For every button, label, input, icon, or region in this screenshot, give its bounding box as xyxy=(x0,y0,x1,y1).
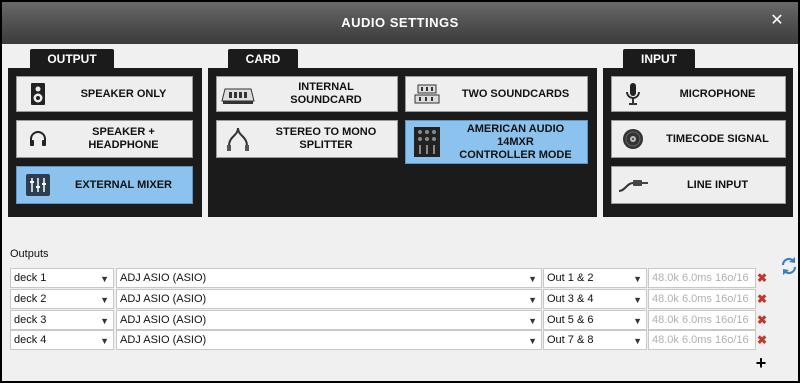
chevron-down-icon: ▼ xyxy=(528,295,537,305)
vinyl-icon xyxy=(612,121,654,157)
deck-select[interactable]: deck 1 ▼ xyxy=(10,268,114,288)
deck-select[interactable]: deck 4 ▼ xyxy=(10,330,114,350)
device-select-value: ADJ ASIO (ASIO) xyxy=(120,272,207,284)
soundcard-icon xyxy=(217,77,259,111)
channels-select-value: Out 1 & 2 xyxy=(547,272,594,284)
device-info: 48.0k 6.0ms 16o/16 xyxy=(648,289,756,309)
speaker-headphone-button[interactable]: SPEAKER + HEADPHONE xyxy=(16,120,193,158)
microphone-label: MICROPHONE xyxy=(679,87,756,100)
channels-select[interactable]: Out 1 & 2 ▼ xyxy=(543,268,647,288)
external-mixer-label: EXTERNAL MIXER xyxy=(75,178,172,191)
chevron-down-icon: ▼ xyxy=(100,316,109,326)
line-input-button[interactable]: LINE INPUT xyxy=(611,166,786,204)
refresh-icon[interactable] xyxy=(779,256,799,276)
channels-select[interactable]: Out 7 & 8 ▼ xyxy=(543,330,647,350)
timecode-signal-label: TIMECODE SIGNAL xyxy=(666,132,769,145)
device-select-value: ADJ ASIO (ASIO) xyxy=(120,314,207,326)
internal-soundcard-button[interactable]: INTERNAL SOUNDCARD xyxy=(216,76,398,112)
chevron-down-icon: ▼ xyxy=(100,336,109,346)
american-audio-controller-label: AMERICAN AUDIO 14MXR CONTROLLER MODE xyxy=(459,122,572,161)
timecode-signal-button[interactable]: TIMECODE SIGNAL xyxy=(611,120,786,158)
stereo-to-mono-splitter-button[interactable]: STEREO TO MONO SPLITTER xyxy=(216,120,398,158)
chevron-down-icon: ▼ xyxy=(633,295,642,305)
delete-icon[interactable]: ✖ xyxy=(756,314,768,326)
line-cable-icon xyxy=(612,167,654,203)
device-select-value: ADJ ASIO (ASIO) xyxy=(120,334,207,346)
speaker-only-label: SPEAKER ONLY xyxy=(80,87,167,100)
tab-card: CARD xyxy=(228,49,298,69)
device-select[interactable]: ADJ ASIO (ASIO) ▼ xyxy=(116,330,542,350)
output-panel: SPEAKER ONLY SPEAKER + HEADPHONE EXTERNA… xyxy=(8,68,202,217)
delete-icon[interactable]: ✖ xyxy=(756,272,768,284)
chevron-down-icon: ▼ xyxy=(633,336,642,346)
output-row: deck 3 ▼ ADJ ASIO (ASIO) ▼ Out 5 & 6 ▼ 48.0… xyxy=(10,310,770,330)
channels-select-value: Out 3 & 4 xyxy=(547,293,594,305)
device-info: 48.0k 6.0ms 16o/16 xyxy=(648,268,756,288)
channels-select[interactable]: Out 3 & 4 ▼ xyxy=(543,289,647,309)
chevron-down-icon: ▼ xyxy=(528,316,537,326)
external-mixer-button[interactable]: EXTERNAL MIXER xyxy=(16,166,193,204)
device-select-value: ADJ ASIO (ASIO) xyxy=(120,293,207,305)
deck-select-value: deck 4 xyxy=(14,334,47,346)
delete-icon[interactable]: ✖ xyxy=(756,293,768,305)
controller-icon xyxy=(406,121,448,163)
device-info: 48.0k 6.0ms 16o/16 xyxy=(648,330,756,350)
deck-select-value: deck 2 xyxy=(14,293,47,305)
deck-select[interactable]: deck 2 ▼ xyxy=(10,289,114,309)
headphone-icon xyxy=(17,121,59,157)
add-output-button[interactable]: + xyxy=(754,354,768,372)
chevron-down-icon: ▼ xyxy=(100,274,109,284)
delete-icon[interactable]: ✖ xyxy=(756,334,768,346)
microphone-button[interactable]: MICROPHONE xyxy=(611,76,786,112)
output-row: deck 2 ▼ ADJ ASIO (ASIO) ▼ Out 3 & 4 ▼ 48.0… xyxy=(10,289,770,309)
device-select[interactable]: ADJ ASIO (ASIO) ▼ xyxy=(116,268,542,288)
audio-settings-window: AUDIO SETTINGS ✕ OUTPUT SPEAKER ONLY SPE… xyxy=(0,0,800,383)
outputs-label: Outputs xyxy=(10,248,49,260)
chevron-down-icon: ▼ xyxy=(633,316,642,326)
speaker-headphone-label: SPEAKER + HEADPHONE xyxy=(88,126,159,151)
internal-soundcard-label: INTERNAL SOUNDCARD xyxy=(290,81,362,106)
deck-select-value: deck 1 xyxy=(14,272,47,284)
output-row: deck 4 ▼ ADJ ASIO (ASIO) ▼ Out 7 & 8 ▼ 48.0… xyxy=(10,330,770,350)
microphone-icon xyxy=(612,77,654,111)
chevron-down-icon: ▼ xyxy=(100,295,109,305)
channels-select-value: Out 5 & 6 xyxy=(547,314,594,326)
splitter-cable-icon xyxy=(217,121,259,157)
two-soundcards-icon xyxy=(406,77,448,111)
device-info: 48.0k 6.0ms 16o/16 xyxy=(648,310,756,330)
input-panel: MICROPHONE TIMECODE SIGNAL LINE INPUT xyxy=(603,68,793,217)
channels-select[interactable]: Out 5 & 6 ▼ xyxy=(543,310,647,330)
tab-input: INPUT xyxy=(623,49,695,69)
title-bar: AUDIO SETTINGS ✕ xyxy=(2,2,798,44)
device-select[interactable]: ADJ ASIO (ASIO) ▼ xyxy=(116,310,542,330)
output-row: deck 1 ▼ ADJ ASIO (ASIO) ▼ Out 1 & 2 ▼ 48.0… xyxy=(10,268,770,288)
card-panel: INTERNAL SOUNDCARD TWO SOUNDCARDS STEREO… xyxy=(208,68,597,217)
window-title: AUDIO SETTINGS xyxy=(341,15,459,30)
line-input-label: LINE INPUT xyxy=(686,178,749,191)
two-soundcards-button[interactable]: TWO SOUNDCARDS xyxy=(405,76,588,112)
mixer-icon xyxy=(17,167,59,203)
two-soundcards-label: TWO SOUNDCARDS xyxy=(461,87,570,100)
stereo-to-mono-splitter-label: STEREO TO MONO SPLITTER xyxy=(275,126,377,151)
chevron-down-icon: ▼ xyxy=(633,274,642,284)
chevron-down-icon: ▼ xyxy=(528,274,537,284)
tab-output: OUTPUT xyxy=(30,49,114,69)
deck-select[interactable]: deck 3 ▼ xyxy=(10,310,114,330)
american-audio-controller-button[interactable]: AMERICAN AUDIO 14MXR CONTROLLER MODE xyxy=(405,120,588,164)
close-icon[interactable]: ✕ xyxy=(768,12,786,30)
deck-select-value: deck 3 xyxy=(14,314,47,326)
device-select[interactable]: ADJ ASIO (ASIO) ▼ xyxy=(116,289,542,309)
channels-select-value: Out 7 & 8 xyxy=(547,334,594,346)
speaker-icon xyxy=(17,77,59,111)
chevron-down-icon: ▼ xyxy=(528,336,537,346)
speaker-only-button[interactable]: SPEAKER ONLY xyxy=(16,76,193,112)
